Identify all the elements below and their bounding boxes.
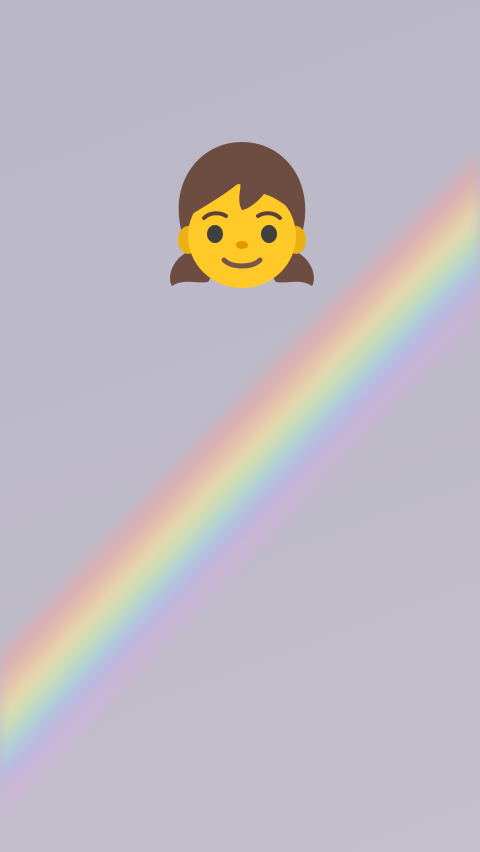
photo-scene (0, 0, 480, 852)
nose (236, 241, 248, 249)
rainbow-arc (0, 152, 480, 823)
left-eye (207, 225, 223, 243)
right-eye (261, 225, 277, 243)
girl-emoji-icon (170, 142, 314, 288)
